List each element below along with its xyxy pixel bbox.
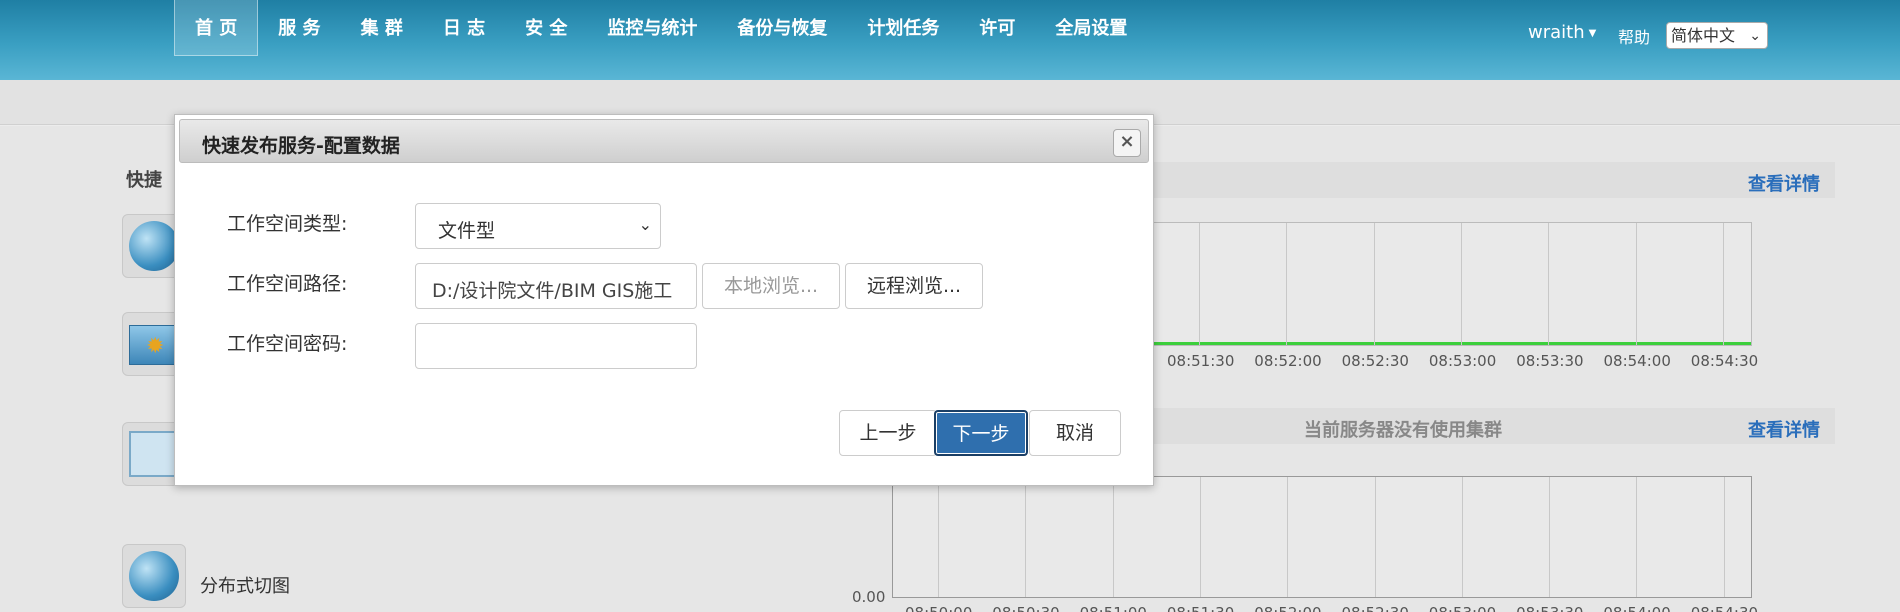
chart-2-grid-line (1199, 477, 1201, 597)
chevron-down-icon: ⌄ (1749, 28, 1761, 44)
chart-2-x-tick: 08:50:00 (905, 604, 972, 612)
nav-item-7[interactable]: 计划任务 (847, 0, 959, 56)
language-select[interactable]: 简体中文 ⌄ (1666, 22, 1768, 49)
chart-1-x-tick: 08:53:30 (1516, 352, 1584, 370)
chart-2-grid-line (1112, 477, 1114, 597)
dialog-header: 快速发布服务-配置数据 (179, 119, 1149, 163)
view-details-link-2[interactable]: 查看详情 (1748, 416, 1820, 442)
globe-icon (129, 221, 179, 271)
nav-item-4[interactable]: 安 全 (505, 0, 587, 56)
distributed-tiling-label: 分布式切图 (200, 576, 290, 597)
dialog-title: 快速发布服务-配置数据 (202, 135, 400, 157)
chart-2-grid-line (1723, 477, 1725, 597)
user-name: wraith (1528, 22, 1585, 43)
chart-2-grid-line (1374, 477, 1376, 597)
help-link[interactable]: 帮助 (1618, 24, 1650, 48)
chart-2-x-tick: 08:54:00 (1603, 604, 1670, 612)
quick-actions-label: 快捷 (126, 170, 162, 191)
cluster-status-text: 当前服务器没有使用集群 (1304, 420, 1502, 441)
local-browse-button[interactable]: 本地浏览... (702, 263, 840, 309)
cancel-button[interactable]: 取消 (1029, 410, 1121, 456)
chart-1-grid-line (1722, 223, 1724, 345)
nav-item-8[interactable]: 许可 (959, 0, 1035, 56)
chart-1-grid-line (1548, 223, 1550, 345)
globe-grid-icon (129, 551, 179, 601)
chart-2-y-tick: 0.00 (852, 588, 886, 606)
chart-1-x-tick: 08:52:00 (1254, 352, 1322, 370)
prev-step-button[interactable]: 上一步 (839, 410, 937, 456)
chart-1-x-tick: 08:54:00 (1603, 352, 1671, 370)
chart-1-grid-line (1199, 223, 1200, 345)
chart-2-x-tick: 08:53:00 (1429, 604, 1496, 612)
chart-2-x-tick: 08:52:00 (1254, 604, 1321, 612)
remote-browse-button[interactable]: 远程浏览... (845, 263, 983, 309)
chart-1-grid-line (1635, 223, 1637, 345)
chevron-down-icon: ⌄ (638, 215, 652, 234)
chart-1-x-tick: 08:51:30 (1167, 352, 1235, 370)
panel-header-1 (1150, 162, 1835, 198)
workspace-type-select[interactable]: 文件型 ⌄ (415, 203, 661, 249)
workspace-path-input[interactable]: D:/设计院文件/BIM GIS施工 (415, 263, 697, 309)
chart-1-x-tick: 08:53:00 (1428, 352, 1497, 370)
close-icon[interactable]: × (1113, 129, 1141, 157)
chart-2-x-tick: 08:53:30 (1516, 604, 1583, 612)
nav-item-5[interactable]: 监控与统计 (587, 0, 717, 56)
language-value: 简体中文 (1671, 26, 1736, 45)
chart-2-grid-line (1287, 477, 1289, 597)
workspace-password-label: 工作空间密码: (227, 333, 348, 355)
top-nav-bar: 首 页服 务集 群日 志安 全监控与统计 备份与恢复 计划任务 许可 全局设置 wrai… (0, 0, 1900, 80)
chart-1-grid-line (1460, 223, 1462, 345)
nav-item-3[interactable]: 日 志 (423, 0, 505, 56)
nav-item-0[interactable]: 首 页 (174, 0, 259, 56)
distributed-tiling-tile[interactable] (122, 544, 186, 608)
chart-1-grid-line (1373, 223, 1375, 345)
chart-2 (892, 476, 1752, 598)
chart-2-grid-line (1461, 477, 1463, 597)
workspace-type-label: 工作空间类型: (227, 213, 348, 235)
publish-service-dialog: 快速发布服务-配置数据 × 工作空间类型: 文件型 ⌄ 工作空间路径: D:/设… (174, 114, 1154, 486)
chart-1-x-tick: 08:52:30 (1341, 352, 1409, 370)
chart-2-grid-line (1636, 477, 1638, 597)
chart-2-x-tick: 08:51:30 (1167, 604, 1234, 612)
chart-1 (1150, 222, 1752, 346)
nav-item-9[interactable]: 全局设置 (1035, 0, 1147, 56)
nav-item-1[interactable]: 服 务 (258, 0, 340, 56)
chart-2-x-tick: 08:50:30 (992, 604, 1059, 612)
computers-icon (129, 431, 179, 477)
workspace-path-label: 工作空间路径: (227, 273, 348, 295)
nav-item-2[interactable]: 集 群 (341, 0, 423, 56)
chart-2-x-tick: 08:51:00 (1080, 604, 1147, 612)
chart-1-series-line (1150, 342, 1751, 345)
view-details-link-1[interactable]: 查看详情 (1748, 170, 1820, 196)
nav-item-6[interactable]: 备份与恢复 (717, 0, 847, 56)
chart-2-grid-line (1549, 477, 1551, 597)
chart-2-grid-line (1025, 477, 1027, 597)
next-step-button[interactable]: 下一步 (934, 410, 1028, 456)
workspace-type-value: 文件型 (438, 220, 496, 242)
user-menu[interactable]: wraith ▼ (1528, 22, 1596, 43)
chart-1-grid-line (1286, 223, 1288, 345)
chart-2-x-tick: 08:54:30 (1691, 604, 1758, 612)
chart-2-x-tick: 08:52:30 (1342, 604, 1409, 612)
chart-1-x-tick: 08:54:30 (1690, 352, 1759, 370)
caret-down-icon: ▼ (1588, 27, 1597, 39)
chart-2-grid-line (938, 477, 939, 597)
main-nav: 首 页服 务集 群日 志安 全监控与统计 备份与恢复 计划任务 许可 全局设置 (174, 0, 1147, 56)
workspace-password-input[interactable] (415, 323, 697, 369)
